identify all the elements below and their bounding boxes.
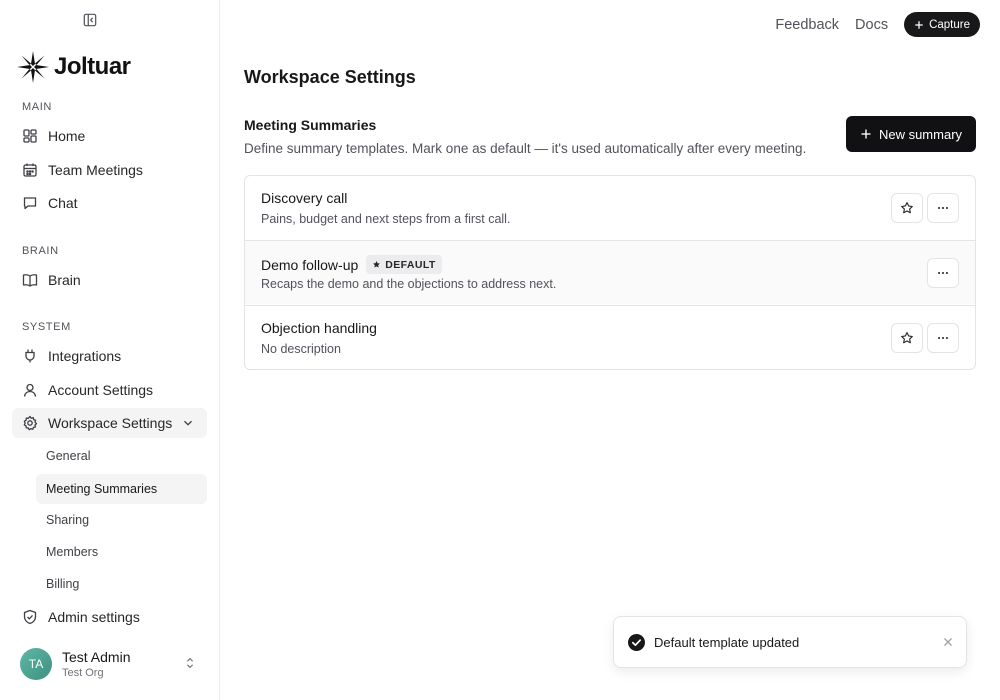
sidebar-item-admin-settings[interactable]: Admin settings bbox=[12, 602, 207, 632]
template-title-text: Objection handling bbox=[261, 320, 377, 336]
user-menu[interactable]: TA Test Admin Test Org bbox=[20, 646, 205, 682]
plus-icon bbox=[861, 129, 871, 139]
sidebar-item-label: Admin settings bbox=[48, 609, 140, 625]
section-description: Define summary templates. Mark one as de… bbox=[244, 141, 807, 156]
default-badge-label: DEFAULT bbox=[385, 258, 436, 271]
avatar: TA bbox=[20, 648, 52, 680]
toast-message: Default template updated bbox=[654, 634, 800, 650]
sidebar-item-label: Workspace Settings bbox=[48, 415, 173, 431]
template-title-text: Discovery call bbox=[261, 190, 348, 206]
user-info: Test Admin Test Org bbox=[62, 649, 130, 679]
more-horizontal-icon bbox=[938, 336, 948, 340]
calendar-icon bbox=[23, 163, 37, 177]
sidebar-item-label: Integrations bbox=[48, 348, 122, 364]
more-horizontal-icon bbox=[938, 271, 948, 275]
user-icon bbox=[23, 383, 37, 397]
template-title: Discovery call bbox=[261, 190, 347, 206]
sidebar-subitem-sharing[interactable]: Sharing bbox=[36, 505, 207, 535]
gear-icon bbox=[23, 415, 38, 431]
more-horizontal-icon bbox=[938, 206, 948, 210]
sidebar-item-brain[interactable]: Brain bbox=[12, 265, 207, 295]
template-description: Recaps the demo and the objections to ad… bbox=[261, 277, 557, 291]
plus-icon bbox=[915, 20, 923, 29]
more-options-button[interactable] bbox=[927, 258, 959, 288]
sidebar-toggle-icon[interactable] bbox=[82, 12, 98, 28]
more-options-button[interactable] bbox=[927, 193, 959, 223]
close-icon[interactable] bbox=[942, 636, 954, 648]
set-default-button[interactable] bbox=[891, 193, 923, 223]
chat-bubble-icon bbox=[23, 197, 37, 210]
sidebar-item-label: Chat bbox=[48, 195, 78, 211]
sidebar-subitem-meeting-summaries[interactable]: Meeting Summaries bbox=[36, 474, 207, 504]
capture-label: Capture bbox=[929, 18, 970, 31]
sidebar: Joltuar MAIN Home Team Meetings Chat BRA… bbox=[0, 0, 220, 700]
toast-notification: Default template updated bbox=[613, 616, 967, 668]
more-options-button[interactable] bbox=[927, 323, 959, 353]
section-label-main: MAIN bbox=[22, 101, 52, 113]
template-title: Demo follow-up DEFAULT bbox=[261, 255, 442, 274]
sidebar-item-label: Team Meetings bbox=[48, 162, 143, 178]
feedback-link[interactable]: Feedback bbox=[775, 17, 839, 33]
default-badge: DEFAULT bbox=[366, 255, 442, 274]
sidebar-item-team-meetings[interactable]: Team Meetings bbox=[12, 155, 207, 185]
dashboard-icon bbox=[23, 129, 37, 143]
section-label-brain: BRAIN bbox=[22, 245, 59, 257]
set-default-button[interactable] bbox=[891, 323, 923, 353]
sidebar-item-account-settings[interactable]: Account Settings bbox=[12, 375, 207, 405]
sidebar-subitem-general[interactable]: General bbox=[36, 441, 207, 471]
section-title: Meeting Summaries bbox=[244, 117, 377, 133]
sidebar-subitem-members[interactable]: Members bbox=[36, 537, 207, 567]
page-title: Workspace Settings bbox=[244, 67, 416, 87]
sidebar-item-label: Brain bbox=[48, 272, 81, 288]
logo[interactable]: Joltuar bbox=[16, 50, 131, 84]
template-row[interactable]: Demo follow-up DEFAULT Recaps the demo a… bbox=[245, 240, 975, 304]
new-summary-button[interactable]: New summary bbox=[846, 116, 976, 152]
sidebar-item-workspace-settings[interactable]: Workspace Settings bbox=[12, 408, 207, 438]
user-name: Test Admin bbox=[62, 649, 131, 665]
sidebar-item-chat[interactable]: Chat bbox=[12, 188, 207, 218]
star-outline-icon bbox=[901, 332, 913, 344]
template-title: Objection handling bbox=[261, 320, 377, 336]
chevrons-up-down-icon bbox=[186, 657, 194, 669]
template-row[interactable]: Discovery call Pains, budget and next st… bbox=[245, 176, 975, 240]
user-org: Test Org bbox=[62, 667, 104, 679]
check-circle-icon bbox=[628, 633, 645, 651]
template-description: No description bbox=[261, 342, 341, 356]
plug-icon bbox=[25, 349, 35, 363]
section-label-system: SYSTEM bbox=[22, 321, 71, 333]
sidebar-subitem-billing[interactable]: Billing bbox=[36, 569, 207, 599]
sidebar-item-label: Account Settings bbox=[48, 382, 154, 398]
sidebar-item-integrations[interactable]: Integrations bbox=[12, 341, 207, 371]
star-outline-icon bbox=[901, 202, 913, 214]
book-icon bbox=[22, 274, 38, 287]
logo-mark-icon bbox=[17, 51, 49, 83]
new-summary-label: New summary bbox=[878, 126, 963, 142]
template-description: Pains, budget and next steps from a firs… bbox=[261, 212, 511, 226]
logo-text: Joltuar bbox=[54, 53, 131, 80]
star-filled-icon bbox=[373, 261, 381, 268]
shield-check-icon bbox=[23, 609, 37, 625]
docs-link[interactable]: Docs bbox=[855, 17, 888, 33]
sidebar-item-label: Home bbox=[48, 128, 86, 144]
sidebar-item-home[interactable]: Home bbox=[12, 121, 207, 151]
templates-list: Discovery call Pains, budget and next st… bbox=[244, 175, 976, 370]
template-row[interactable]: Objection handling No description bbox=[245, 305, 975, 369]
topbar: Feedback Docs Capture bbox=[775, 12, 980, 37]
chevron-down-icon bbox=[184, 420, 192, 426]
template-title-text: Demo follow-up bbox=[261, 256, 359, 273]
capture-button[interactable]: Capture bbox=[904, 12, 980, 37]
